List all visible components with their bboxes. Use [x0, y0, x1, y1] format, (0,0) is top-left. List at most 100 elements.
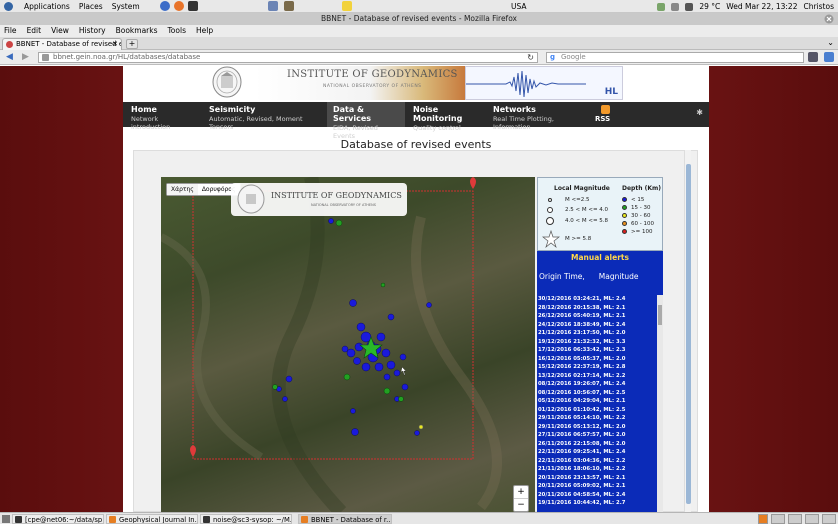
task-terminal-2[interactable]: noise@sc3-sysop: ~/M... — [200, 514, 292, 524]
task-terminal-1[interactable]: [cpe@net06:~/data/sp... — [12, 514, 104, 524]
site-identity-icon[interactable] — [42, 54, 49, 61]
legend-depth-0: < 15 — [631, 197, 645, 203]
back-button[interactable]: ◀ — [6, 52, 13, 62]
alert-row[interactable]: 29/11/2016 05:14:10, ML: 2.2 — [538, 414, 656, 423]
alert-row[interactable]: 29/11/2016 05:13:12, ML: 2.0 — [538, 423, 656, 432]
alert-row[interactable]: 21/12/2016 23:17:50, ML: 2.0 — [538, 329, 656, 338]
applications-menu[interactable]: Applications — [24, 2, 70, 11]
alert-row[interactable]: 17/12/2016 06:33:42, ML: 2.3 — [538, 346, 656, 355]
alert-row[interactable]: 13/12/2016 02:17:14, ML: 2.2 — [538, 372, 656, 381]
notes-icon[interactable] — [342, 1, 352, 11]
system-menu[interactable]: System — [112, 2, 140, 11]
mag-medium-icon — [547, 207, 553, 213]
alert-row[interactable]: 19/11/2016 10:44:42, ML: 2.7 — [538, 499, 656, 508]
mag-small-icon — [548, 198, 552, 202]
clock[interactable]: Wed Mar 22, 13:22 — [726, 2, 797, 11]
alert-row[interactable]: 16/12/2016 05:05:37, ML: 2.0 — [538, 355, 656, 364]
nav-noise-monitoring[interactable]: Noise Monitoring Quality control — [407, 102, 487, 132]
browser-menubar: File Edit View History Bookmarks Tools H… — [0, 25, 838, 37]
show-desktop-icon[interactable] — [2, 515, 10, 523]
alert-row[interactable]: 28/12/2016 20:15:38, ML: 2.1 — [538, 304, 656, 313]
map-view-button[interactable]: Χάρτης — [167, 184, 198, 195]
menu-history[interactable]: History — [79, 25, 106, 37]
places-menu[interactable]: Places — [79, 2, 103, 11]
terminal-icon[interactable] — [187, 1, 198, 11]
alert-row[interactable]: 22/11/2016 03:04:36, ML: 2.2 — [538, 457, 656, 466]
mag-large-icon — [546, 217, 554, 225]
new-tab-button[interactable]: + — [126, 39, 138, 49]
alert-row[interactable]: 20/11/2016 05:09:02, ML: 2.1 — [538, 482, 656, 491]
menu-view[interactable]: View — [51, 25, 69, 37]
legend-depth-title: Depth (Km) — [622, 185, 661, 192]
alert-row[interactable]: 21/11/2016 18:06:10, ML: 2.2 — [538, 465, 656, 474]
launchers — [159, 1, 198, 11]
frame-scroll-thumb[interactable] — [686, 164, 691, 504]
alert-row[interactable]: 22/11/2016 09:25:41, ML: 2.4 — [538, 448, 656, 457]
observatory-seal-icon[interactable] — [201, 66, 253, 100]
zoom-control: + − — [513, 485, 529, 512]
network-status-icon[interactable] — [671, 2, 680, 11]
map-institute-subtitle: NATIONAL OBSERVATORY OF ATHENS — [311, 203, 376, 207]
alert-row[interactable]: 15/12/2016 22:37:19, ML: 2.8 — [538, 363, 656, 372]
menu-help[interactable]: Help — [196, 25, 213, 37]
forward-button[interactable]: ▶ — [22, 52, 29, 62]
alert-row[interactable]: 08/12/2016 10:56:07, ML: 2.5 — [538, 389, 656, 398]
alerts-scrollbar[interactable] — [657, 295, 663, 512]
alert-row[interactable]: 19/12/2016 21:32:32, ML: 3.3 — [538, 338, 656, 347]
firefox-icon[interactable] — [173, 1, 184, 11]
task-bbnet[interactable]: BBNET - Database of r... — [298, 514, 392, 524]
alert-row[interactable]: 05/12/2016 04:29:04, ML: 2.1 — [538, 397, 656, 406]
institute-banner[interactable]: INSTITUTE OF GEODYNAMICS NATIONAL OBSERV… — [255, 66, 465, 100]
alert-row[interactable]: 01/12/2016 01:10:42, ML: 2.5 — [538, 406, 656, 415]
nav-home[interactable]: Home Network introduction — [125, 102, 201, 131]
reload-icon[interactable]: ↻ — [527, 53, 534, 62]
red-pin-icon[interactable] — [190, 177, 476, 457]
map-legend: Local Magnitude Depth (Km) M <=2.5 2.5 <… — [537, 177, 663, 251]
weather-temperature[interactable]: 29 °C — [699, 2, 720, 11]
user-menu[interactable]: Christos — [803, 2, 834, 11]
network-icon[interactable] — [159, 1, 170, 11]
volume-icon[interactable] — [685, 2, 694, 11]
nav-data-services[interactable]: Data & Services EIDA, Revised Events — [327, 102, 405, 140]
addon-icon[interactable] — [808, 52, 818, 62]
alert-row[interactable]: 08/12/2016 19:26:07, ML: 2.4 — [538, 380, 656, 389]
rss-link[interactable]: RSS — [595, 105, 625, 125]
workspace-2[interactable] — [788, 514, 802, 524]
alert-row[interactable]: 20/11/2016 04:58:54, ML: 2.4 — [538, 491, 656, 500]
alert-row[interactable]: 26/11/2016 22:15:08, ML: 2.0 — [538, 440, 656, 449]
keyboard-layout[interactable]: USA — [511, 2, 527, 11]
zoom-in-button[interactable]: + — [514, 486, 528, 499]
download-icon[interactable] — [824, 52, 834, 62]
workspace-3[interactable] — [805, 514, 819, 524]
frame-scrollbar[interactable] — [684, 150, 691, 512]
nav-seismicity[interactable]: Seismicity Automatic, Revised, Moment Te… — [203, 102, 323, 131]
menu-tools[interactable]: Tools — [168, 25, 186, 37]
update-icon[interactable] — [657, 2, 666, 11]
alert-row[interactable]: 30/12/2016 03:24:21, ML: 2.4 — [538, 295, 656, 304]
clipboard-icon[interactable] — [284, 1, 294, 11]
workspace-1[interactable] — [771, 514, 785, 524]
nav-networks[interactable]: Networks Real Time Plotting, Information — [487, 102, 591, 131]
alerts-scroll-thumb[interactable] — [658, 305, 662, 325]
url-bar[interactable]: bbnet.gein.noa.gr/HL/databases/database … — [38, 52, 538, 63]
alert-row[interactable]: 26/12/2016 05:40:19, ML: 2.1 — [538, 312, 656, 321]
tab-bbnet[interactable]: BBNET - Database of revised eve... ✕ — [2, 38, 122, 50]
tab-close-icon[interactable]: ✕ — [112, 39, 118, 50]
tray-firefox-icon[interactable] — [758, 514, 768, 524]
document-icon[interactable] — [268, 1, 278, 11]
tab-list-chevron-icon[interactable]: ⌄ — [827, 38, 834, 47]
url-text: bbnet.gein.noa.gr/HL/databases/database — [53, 53, 201, 61]
menu-bookmarks[interactable]: Bookmarks — [116, 25, 158, 37]
search-bar[interactable]: g Google — [546, 52, 804, 63]
task-journal[interactable]: Geophysical Journal In... — [106, 514, 198, 524]
menu-edit[interactable]: Edit — [27, 25, 42, 37]
gear-icon[interactable]: ✱ — [696, 108, 703, 117]
alert-row[interactable]: 27/11/2016 06:57:57, ML: 2.0 — [538, 431, 656, 440]
workspace-4[interactable] — [822, 514, 836, 524]
zoom-out-button[interactable]: − — [514, 499, 528, 511]
window-close-icon[interactable] — [824, 14, 834, 24]
alert-row[interactable]: 24/12/2016 18:38:49, ML: 2.4 — [538, 321, 656, 330]
menu-file[interactable]: File — [4, 25, 17, 37]
alert-row[interactable]: 20/11/2016 23:13:57, ML: 2.1 — [538, 474, 656, 483]
earthquake-map[interactable]: Χάρτης Δορυφόρος INSTITUTE OF GEODYNAMIC… — [161, 177, 535, 512]
